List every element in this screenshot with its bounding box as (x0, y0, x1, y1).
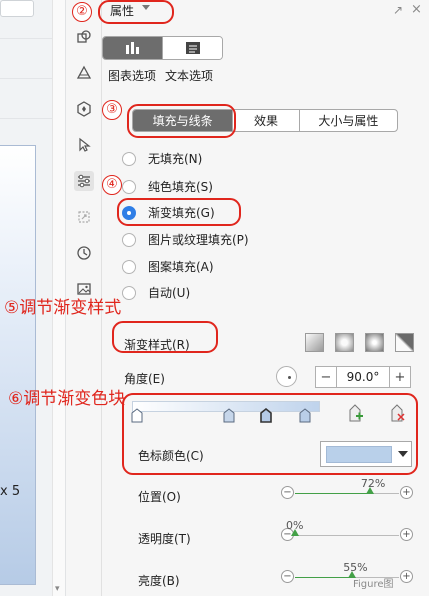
annotation-ring-fill-tab (127, 104, 236, 138)
select-tool-button[interactable] (74, 135, 94, 155)
brightness-label: 亮度(B) (138, 574, 180, 588)
tab-effects[interactable]: 效果 (232, 110, 299, 131)
selected-chart-shape[interactable] (0, 145, 36, 585)
slider-increase-button[interactable]: + (400, 528, 413, 541)
slider-fill (295, 493, 370, 494)
watermark: Figure图 (353, 579, 394, 590)
angle-dial[interactable] (276, 366, 297, 387)
chart-options-tab[interactable] (103, 37, 162, 59)
transparency-label: 透明度(T) (138, 532, 191, 546)
radio-circle[interactable] (122, 232, 136, 247)
history-icon (77, 246, 91, 260)
history-tool-button[interactable] (74, 243, 94, 263)
slider-increase-button[interactable]: + (400, 486, 413, 499)
annotation-step-5: ⑤调节渐变样式 (4, 298, 122, 318)
style-icon (76, 65, 92, 79)
properties-tool-button[interactable] (74, 171, 94, 191)
radio-label: 图案填充(A) (148, 260, 214, 274)
angle-decrease-button[interactable]: − (316, 367, 336, 387)
angle-increase-button[interactable]: + (390, 367, 410, 387)
radio-label: 自动(U) (148, 286, 191, 300)
slider-value: 72% (360, 477, 386, 490)
close-icon[interactable]: × (411, 2, 422, 17)
options-mode-labels: 图表选项 文本选项 (108, 67, 213, 84)
annotation-number-4: ④ (102, 175, 122, 195)
gradient-style-rect-button[interactable] (365, 333, 384, 352)
style-tool-button[interactable] (74, 63, 94, 83)
gradient-style-radial-button[interactable] (335, 333, 354, 352)
scroll-down-icon[interactable]: ▾ (55, 584, 60, 594)
shape-tool-button[interactable] (74, 27, 94, 47)
shape-label: x 5 (0, 484, 21, 499)
radio-circle[interactable] (122, 151, 136, 166)
radio-pattern-fill[interactable]: 图案填充(A) (122, 258, 214, 275)
gradient-style-path-button[interactable] (395, 333, 414, 352)
properties-panel: 属性 ↗ × 图表选项 文本选项 填充与线条 效果 大小与属性 无填充(N) 纯… (102, 0, 429, 596)
radio-solid-fill[interactable]: 纯色填充(S) (122, 178, 213, 195)
annotation-number-3: ③ (102, 100, 122, 120)
gradient-style-linear-button[interactable] (305, 333, 324, 352)
slider-decrease-button[interactable]: − (281, 570, 294, 583)
slider-fill (295, 577, 353, 578)
pin-icon[interactable]: ↗ (393, 3, 403, 17)
angle-stepper: − 90.0° + (315, 366, 411, 388)
annotation-number-2: ② (72, 2, 92, 22)
annotation-ring-gradient-style (112, 321, 218, 353)
options-mode-toggle (102, 36, 223, 60)
radio-auto-fill[interactable]: 自动(U) (122, 284, 190, 301)
annotation-ring-properties (98, 0, 174, 24)
radio-label: 无填充(N) (148, 152, 203, 166)
annotation-ring-gradient-stops (122, 393, 418, 475)
tab-size-and-properties[interactable]: 大小与属性 (298, 110, 397, 131)
slider-decrease-button[interactable]: − (281, 486, 294, 499)
radio-circle[interactable] (122, 179, 136, 194)
shapes-icon (77, 30, 91, 43)
radio-circle[interactable] (122, 285, 136, 300)
settings-sliders-icon (78, 174, 90, 188)
radio-picture-fill[interactable]: 图片或纹理填充(P) (122, 231, 249, 248)
radio-label: 纯色填充(S) (148, 180, 213, 194)
transform-tool-button[interactable] (74, 207, 94, 227)
radio-label: 图片或纹理填充(P) (148, 233, 249, 247)
text-options-tab[interactable] (162, 37, 222, 59)
text-options-label[interactable]: 文本选项 (165, 67, 213, 84)
position-label: 位置(O) (138, 490, 181, 504)
chart-options-icon (125, 42, 139, 54)
effects-tool-button[interactable] (74, 99, 94, 119)
slider-increase-button[interactable]: + (400, 570, 413, 583)
slider-track[interactable] (295, 535, 399, 536)
radio-circle[interactable] (122, 259, 136, 274)
annotation-step-6: ⑥调节渐变色块 (8, 389, 126, 409)
hexagon-icon (77, 101, 91, 117)
cursor-icon (79, 137, 91, 152)
slider-value: 55% (343, 561, 368, 574)
text-options-icon (185, 42, 200, 54)
canvas-top-input[interactable] (0, 0, 34, 17)
radio-no-fill[interactable]: 无填充(N) (122, 150, 202, 167)
slider-value: 0% (286, 519, 304, 532)
transform-icon (78, 211, 90, 223)
angle-value-input[interactable]: 90.0° (336, 367, 390, 387)
annotation-ring-gradient-fill (117, 198, 241, 226)
angle-label: 角度(E) (124, 372, 165, 386)
chart-options-label[interactable]: 图表选项 (108, 67, 156, 84)
